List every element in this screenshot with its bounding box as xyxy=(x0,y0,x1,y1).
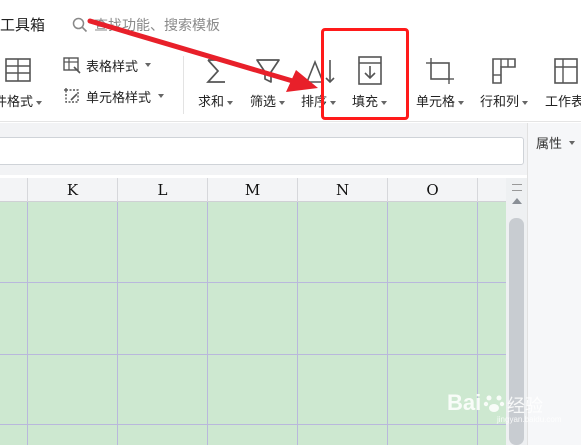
column-header-partial[interactable] xyxy=(0,178,28,202)
row-column-button[interactable]: 行和列 xyxy=(480,54,529,110)
grid-line xyxy=(0,354,506,355)
chevron-down-icon xyxy=(227,100,234,105)
cell-style-label: 单元格样式 xyxy=(86,90,152,106)
conditional-format-icon xyxy=(5,58,31,82)
column-header-k[interactable]: K xyxy=(28,178,118,202)
formula-input[interactable] xyxy=(0,137,524,165)
chevron-down-icon xyxy=(458,100,465,105)
watermark-brand: Bai xyxy=(447,390,482,415)
scroll-grip-icon[interactable] xyxy=(512,184,522,191)
sheet-grid[interactable] xyxy=(0,202,506,445)
chevron-down-icon xyxy=(158,94,165,98)
column-header-l[interactable]: L xyxy=(118,178,208,202)
ribbon-divider xyxy=(183,56,184,114)
sum-label: 求和 xyxy=(198,95,225,110)
grid-line xyxy=(207,202,208,445)
search-placeholder: 查找功能、搜索模板 xyxy=(94,18,220,34)
worksheet-button[interactable]: 工作表 xyxy=(545,54,581,110)
search-icon xyxy=(72,17,88,33)
sum-button[interactable]: 求和 xyxy=(198,54,234,110)
table-style-button[interactable]: 表格样式 xyxy=(62,55,152,75)
property-title-text: 属性 xyxy=(536,137,563,152)
column-header-n[interactable]: N xyxy=(298,178,388,202)
column-header-m[interactable]: M xyxy=(208,178,298,202)
search-box[interactable]: 查找功能、搜索模板 xyxy=(72,14,220,36)
column-header-partial[interactable] xyxy=(478,178,506,202)
table-style-icon xyxy=(63,57,81,74)
sigma-icon xyxy=(205,59,225,83)
worksheet-label: 工作表 xyxy=(545,95,581,110)
cell-button[interactable]: 单元格 xyxy=(416,54,465,110)
table-style-label: 表格样式 xyxy=(86,59,139,75)
chevron-down-icon xyxy=(522,100,529,105)
grid-line xyxy=(0,282,506,283)
baidu-watermark: Bai 经验 jingyan.baidu.com xyxy=(447,390,561,424)
scroll-up-icon[interactable] xyxy=(512,198,522,204)
conditional-format-button[interactable]: 件格式 xyxy=(0,54,43,110)
toolbox-tab[interactable]: 工具箱 xyxy=(0,14,45,35)
top-bar: 工具箱 查找功能、搜索模板 xyxy=(0,0,581,48)
conditional-format-label: 件格式 xyxy=(0,95,34,110)
column-header-row: K L M N O xyxy=(0,178,506,202)
cell-icon xyxy=(426,58,454,84)
fill-highlight-box xyxy=(321,28,409,120)
paw-icon xyxy=(483,395,505,412)
grid-line xyxy=(297,202,298,445)
chevron-down-icon xyxy=(36,100,43,105)
filter-label: 筛选 xyxy=(250,95,277,110)
ribbon-toolbar: 件格式 表格样式 单元格样式 求和 筛选 排序 填充 单元格 行和列 工作表 xyxy=(0,48,581,122)
cell-style-icon xyxy=(64,88,79,103)
chevron-down-icon xyxy=(145,63,152,67)
filter-button[interactable]: 筛选 xyxy=(250,54,286,110)
grid-line xyxy=(27,202,28,445)
filter-funnel-icon xyxy=(255,59,280,83)
row-column-icon xyxy=(492,58,516,84)
watermark-url: jingyan.baidu.com xyxy=(497,415,562,424)
row-column-label: 行和列 xyxy=(480,95,520,110)
grid-line xyxy=(387,202,388,445)
cell-style-button[interactable]: 单元格样式 xyxy=(62,86,165,106)
property-panel-title[interactable]: 属性 xyxy=(536,133,576,152)
chevron-down-icon xyxy=(569,140,576,145)
grid-line xyxy=(0,424,506,425)
chevron-down-icon xyxy=(279,100,286,105)
column-header-o[interactable]: O xyxy=(388,178,478,202)
cell-label: 单元格 xyxy=(416,95,456,110)
grid-line xyxy=(117,202,118,445)
worksheet-icon xyxy=(553,58,578,84)
formula-bar-area xyxy=(0,123,530,175)
